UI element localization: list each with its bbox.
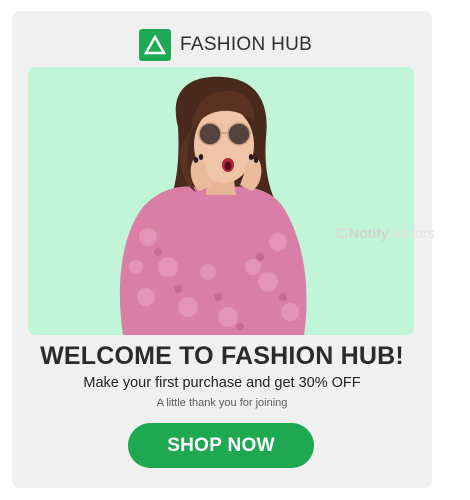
brand-name: FASHION HUB [180, 34, 313, 55]
welcome-headline: WELCOME TO FASHION HUB! [40, 342, 404, 370]
notifyvisitors-watermark: Notify Visitors [337, 225, 434, 241]
watermark-logo-icon [337, 228, 347, 238]
triangle-logo-icon [139, 29, 171, 61]
offer-text: Make your first purchase and get 30% OFF [83, 375, 361, 391]
popup-card: FASHION HUB WELCOME TO FASHION HUB! Make… [12, 11, 432, 488]
thank-you-note: A little thank you for joining [156, 397, 288, 409]
shop-now-button[interactable]: SHOP NOW [128, 423, 314, 468]
brand-header: FASHION HUB [139, 28, 312, 62]
hero-image [28, 67, 414, 335]
